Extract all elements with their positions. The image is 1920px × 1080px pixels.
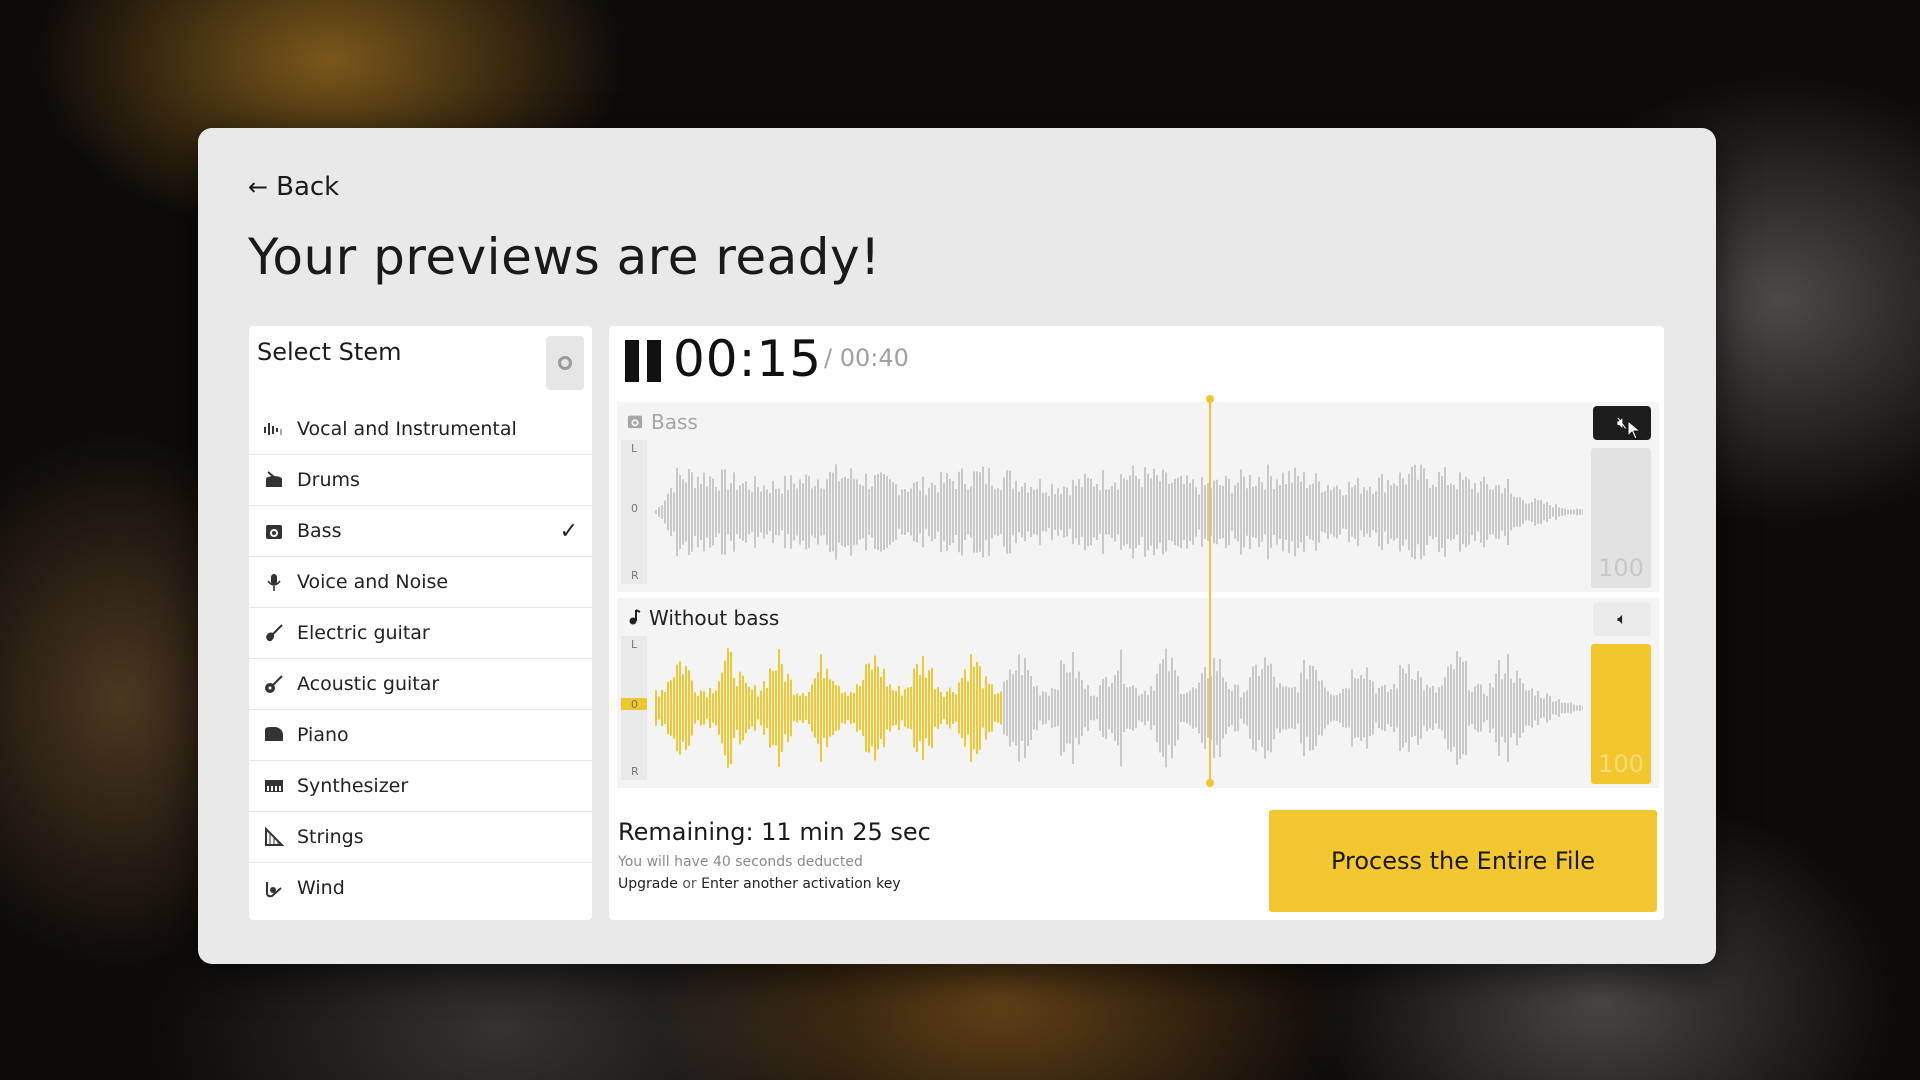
deduct-note: You will have 40 seconds deducted (618, 854, 863, 870)
upgrade-link[interactable]: Upgrade (618, 876, 678, 892)
activation-key-link[interactable]: Enter another activation key (701, 876, 901, 892)
waveform-icon (263, 418, 285, 440)
page-title: Your previews are ready! (248, 228, 881, 286)
stem-item-label: Drums (297, 469, 360, 491)
wind-instrument-icon (263, 877, 285, 899)
stem-selector: Select Stem Vocal and Instrumental Drums (249, 326, 592, 920)
piano-icon (263, 724, 285, 746)
stem-item-label: Vocal and Instrumental (297, 418, 517, 440)
waveform-bass[interactable] (655, 440, 1583, 584)
speaker-icon: 🔈︎ (1617, 609, 1627, 628)
remaining-time: Remaining: 11 min 25 sec (618, 818, 931, 846)
back-arrow-icon: ← (248, 173, 269, 201)
channel-left-label: L (631, 442, 638, 455)
playhead[interactable] (1206, 395, 1214, 787)
preview-player: 00:15 / 00:40 Bass L 0 R 🔇︎ 100 Without … (609, 326, 1664, 920)
back-label: Back (276, 172, 340, 202)
waveform-without-bass[interactable] (655, 636, 1583, 780)
stem-item-label: Acoustic guitar (297, 673, 440, 695)
total-time: / 00:40 (824, 344, 909, 372)
stem-item-label: Voice and Noise (297, 571, 449, 593)
stem-item-label: Bass (297, 520, 342, 542)
mute-button[interactable]: 🔇︎ (1593, 406, 1651, 440)
back-button[interactable]: ← Back (248, 172, 339, 202)
amp-icon (627, 410, 643, 434)
or-text: or (682, 876, 697, 892)
stem-item-label: Strings (297, 826, 364, 848)
stem-item-label: Electric guitar (297, 622, 430, 644)
track-label: Without bass (627, 606, 779, 630)
upgrade-line: Upgrade or Enter another activation key (618, 876, 901, 892)
stem-item-bass[interactable]: Bass ✓ (249, 506, 592, 557)
preview-panel: ← Back Your previews are ready! Select S… (198, 128, 1716, 964)
settings-button[interactable] (546, 336, 584, 390)
channel-center-label: 0 (631, 502, 638, 515)
pause-button[interactable] (625, 340, 663, 382)
note-icon (627, 606, 641, 630)
stem-item-piano[interactable]: Piano (249, 710, 592, 761)
stem-list: Vocal and Instrumental Drums Bass ✓ Voic… (249, 404, 592, 913)
stem-item-voice-and-noise[interactable]: Voice and Noise (249, 557, 592, 608)
mouse-pointer-icon (1626, 419, 1642, 445)
volume-slider[interactable]: 100 (1591, 448, 1651, 588)
pause-bar-icon (647, 340, 661, 382)
mute-button[interactable]: 🔈︎ (1593, 602, 1651, 636)
stem-item-label: Synthesizer (297, 775, 409, 797)
track-bass: Bass L 0 R 🔇︎ 100 (617, 402, 1659, 592)
checkmark-icon: ✓ (559, 518, 578, 544)
volume-value: 100 (1598, 750, 1644, 778)
microphone-icon (263, 571, 285, 593)
drum-icon (263, 469, 285, 491)
stem-item-strings[interactable]: Strings (249, 812, 592, 863)
channel-center-label: 0 (631, 698, 638, 711)
stem-item-synthesizer[interactable]: Synthesizer (249, 761, 592, 812)
channel-left-label: L (631, 638, 638, 651)
track-name: Bass (651, 410, 698, 434)
stem-item-wind[interactable]: Wind (249, 863, 592, 913)
volume-value: 100 (1598, 554, 1644, 582)
track-name: Without bass (649, 606, 780, 630)
stem-item-acoustic-guitar[interactable]: Acoustic guitar (249, 659, 592, 710)
process-entire-file-button[interactable]: Process the Entire File (1269, 810, 1657, 912)
current-time: 00:15 (673, 330, 823, 388)
pause-bar-icon (625, 340, 639, 382)
stem-item-vocal-and-instrumental[interactable]: Vocal and Instrumental (249, 404, 592, 455)
channel-meter: L 0 R (621, 440, 647, 584)
stem-item-label: Wind (297, 877, 345, 899)
stem-item-label: Piano (297, 724, 349, 746)
harp-icon (263, 826, 285, 848)
volume-slider[interactable]: 100 (1591, 644, 1651, 784)
channel-meter: L 0 R (621, 636, 647, 780)
synthesizer-icon (263, 775, 285, 797)
electric-guitar-icon (263, 622, 285, 644)
channel-right-label: R (631, 765, 639, 778)
channel-right-label: R (631, 569, 639, 582)
track-without-bass: Without bass L 0 R 🔈︎ 100 (617, 598, 1659, 788)
stem-selector-title: Select Stem (257, 338, 402, 366)
stem-item-electric-guitar[interactable]: Electric guitar (249, 608, 592, 659)
gear-icon (558, 356, 572, 370)
track-label: Bass (627, 410, 698, 434)
stem-item-drums[interactable]: Drums (249, 455, 592, 506)
acoustic-guitar-icon (263, 673, 285, 695)
amp-icon (263, 520, 285, 542)
